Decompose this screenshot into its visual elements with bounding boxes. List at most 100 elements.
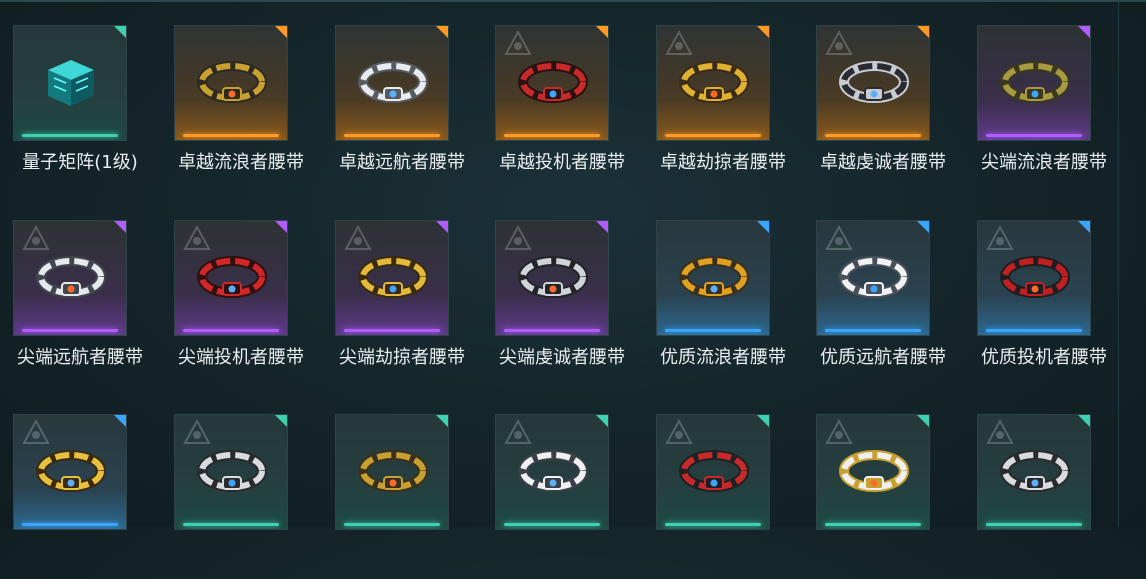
inventory-slot[interactable]: 尖端虔诚者腰带 bbox=[482, 195, 642, 385]
quality-corner-mark bbox=[114, 415, 126, 427]
item-card[interactable] bbox=[977, 25, 1091, 141]
quality-corner-mark bbox=[757, 415, 769, 427]
belt-icon bbox=[1000, 256, 1070, 298]
quality-bar bbox=[825, 134, 921, 137]
item-name-label: 量子矩阵(1级) bbox=[22, 152, 138, 173]
item-card[interactable] bbox=[174, 414, 288, 530]
inventory-slot[interactable] bbox=[964, 389, 1124, 579]
inventory-slot[interactable] bbox=[803, 389, 963, 579]
quality-corner-mark bbox=[596, 26, 608, 38]
inventory-slot[interactable]: 卓越投机者腰带 bbox=[482, 0, 642, 190]
belt-icon bbox=[36, 256, 106, 298]
quality-bar bbox=[504, 134, 600, 137]
item-name-label: 优质流浪者腰带 bbox=[660, 347, 786, 368]
item-card[interactable] bbox=[816, 220, 930, 336]
inventory-slot[interactable]: 卓越远航者腰带 bbox=[322, 0, 482, 190]
item-name-label: 优质投机者腰带 bbox=[981, 347, 1107, 368]
item-card[interactable] bbox=[335, 25, 449, 141]
belt-icon bbox=[679, 450, 749, 492]
quality-corner-mark bbox=[917, 415, 929, 427]
quality-corner-mark bbox=[917, 221, 929, 233]
item-name-label: 尖端流浪者腰带 bbox=[981, 152, 1107, 173]
quality-corner-mark bbox=[275, 26, 287, 38]
inventory-slot[interactable]: 优质投机者腰带 bbox=[964, 195, 1124, 385]
belt-icon bbox=[358, 450, 428, 492]
quality-corner-mark bbox=[1078, 26, 1090, 38]
item-card[interactable] bbox=[977, 414, 1091, 530]
item-card[interactable] bbox=[335, 414, 449, 530]
inventory-slot[interactable]: 卓越劫掠者腰带 bbox=[643, 0, 803, 190]
item-name-label: 卓越远航者腰带 bbox=[339, 152, 465, 173]
quality-corner-mark bbox=[275, 221, 287, 233]
belt-icon bbox=[36, 450, 106, 492]
inventory-slot[interactable] bbox=[643, 389, 803, 579]
item-card[interactable] bbox=[13, 220, 127, 336]
quality-bar bbox=[183, 134, 279, 137]
quality-corner-mark bbox=[114, 221, 126, 233]
inventory-slot[interactable] bbox=[161, 389, 321, 579]
quality-bar bbox=[825, 329, 921, 332]
item-card[interactable] bbox=[816, 414, 930, 530]
item-card[interactable] bbox=[977, 220, 1091, 336]
quality-bar bbox=[665, 329, 761, 332]
belt-icon bbox=[197, 61, 267, 103]
item-card[interactable] bbox=[13, 414, 127, 530]
quality-corner-mark bbox=[114, 26, 126, 38]
quality-corner-mark bbox=[757, 221, 769, 233]
quantum-matrix-cube-icon bbox=[48, 60, 94, 106]
inventory-slot[interactable]: 尖端劫掠者腰带 bbox=[322, 195, 482, 385]
quality-corner-mark bbox=[917, 26, 929, 38]
quality-bar bbox=[344, 134, 440, 137]
quality-bar bbox=[665, 134, 761, 137]
quality-bar bbox=[504, 329, 600, 332]
belt-icon bbox=[197, 450, 267, 492]
item-card[interactable] bbox=[495, 414, 609, 530]
inventory-slot[interactable] bbox=[0, 389, 160, 579]
quality-corner-mark bbox=[1078, 415, 1090, 427]
item-name-label: 尖端虔诚者腰带 bbox=[499, 347, 625, 368]
quality-bar bbox=[986, 523, 1082, 526]
inventory-slot[interactable] bbox=[322, 389, 482, 579]
inventory-slot[interactable]: 尖端投机者腰带 bbox=[161, 195, 321, 385]
item-card[interactable] bbox=[495, 25, 609, 141]
inventory-slot[interactable]: 卓越虔诚者腰带 bbox=[803, 0, 963, 190]
item-card[interactable] bbox=[656, 25, 770, 141]
quality-corner-mark bbox=[757, 26, 769, 38]
quality-bar bbox=[22, 329, 118, 332]
inventory-slot[interactable]: 优质流浪者腰带 bbox=[643, 195, 803, 385]
item-card[interactable] bbox=[174, 220, 288, 336]
quality-bar bbox=[22, 134, 118, 137]
quality-corner-mark bbox=[436, 415, 448, 427]
inventory-slot[interactable]: 尖端流浪者腰带 bbox=[964, 0, 1124, 190]
item-name-label: 卓越流浪者腰带 bbox=[178, 152, 304, 173]
item-card[interactable] bbox=[335, 220, 449, 336]
inventory-slot[interactable]: 量子矩阵(1级) bbox=[0, 0, 160, 190]
belt-icon bbox=[358, 61, 428, 103]
quality-bar bbox=[986, 329, 1082, 332]
belt-icon bbox=[679, 61, 749, 103]
quality-bar bbox=[665, 523, 761, 526]
item-card[interactable] bbox=[495, 220, 609, 336]
inventory-slot[interactable] bbox=[482, 389, 642, 579]
item-card[interactable] bbox=[656, 414, 770, 530]
belt-icon bbox=[839, 450, 909, 492]
inventory-slot[interactable]: 尖端远航者腰带 bbox=[0, 195, 160, 385]
inventory-slot[interactable]: 卓越流浪者腰带 bbox=[161, 0, 321, 190]
quality-corner-mark bbox=[275, 415, 287, 427]
belt-icon bbox=[197, 256, 267, 298]
quality-corner-mark bbox=[436, 26, 448, 38]
item-card[interactable] bbox=[816, 25, 930, 141]
item-name-label: 卓越劫掠者腰带 bbox=[660, 152, 786, 173]
inventory-slot[interactable]: 优质远航者腰带 bbox=[803, 195, 963, 385]
belt-icon bbox=[518, 256, 588, 298]
belt-icon bbox=[839, 256, 909, 298]
item-card[interactable] bbox=[13, 25, 127, 141]
quality-bar bbox=[183, 523, 279, 526]
item-name-label: 尖端投机者腰带 bbox=[178, 347, 304, 368]
item-card[interactable] bbox=[174, 25, 288, 141]
quality-corner-mark bbox=[1078, 221, 1090, 233]
item-card[interactable] bbox=[656, 220, 770, 336]
belt-icon bbox=[1000, 61, 1070, 103]
item-name-label: 卓越虔诚者腰带 bbox=[820, 152, 946, 173]
belt-icon bbox=[518, 450, 588, 492]
